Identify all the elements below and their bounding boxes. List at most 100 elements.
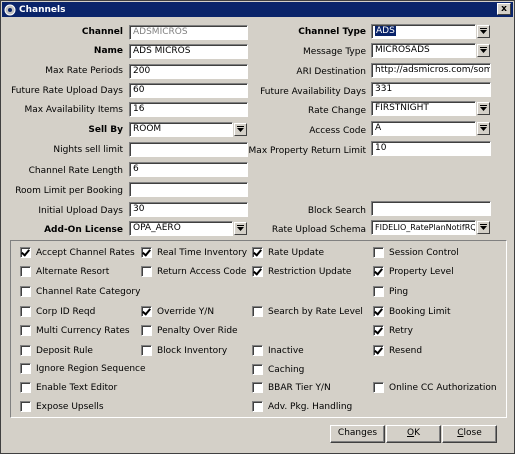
down-arrow-icon [480, 224, 487, 230]
checkbox-box[interactable] [252, 364, 263, 375]
checkbox-inactive[interactable]: Inactive [252, 345, 304, 356]
max-property-return-limit-field[interactable]: 10 [371, 141, 491, 156]
checkbox-box[interactable] [20, 325, 31, 336]
checkbox-label: Inactive [268, 345, 304, 356]
changes-button[interactable]: Changes [330, 425, 385, 443]
checkbox-multi-currency-rates[interactable]: Multi Currency Rates [20, 325, 130, 336]
checkbox-box[interactable] [20, 306, 31, 317]
checkbox-box[interactable] [141, 345, 152, 356]
checkbox-real-time-inventory[interactable]: Real Time Inventory [141, 247, 247, 258]
ari-destination-field[interactable]: http://adsmicros.com/some.s [371, 63, 491, 78]
checkbox-property-level[interactable]: Property Level [373, 266, 454, 277]
channel-type-select[interactable]: ADS [371, 24, 476, 39]
access-code-dropdown-button[interactable] [477, 122, 490, 135]
checkbox-box[interactable] [20, 345, 31, 356]
channel-label: Channel [81, 27, 123, 37]
name-label: Name [93, 46, 123, 56]
checkbox-box[interactable] [20, 401, 31, 412]
initial-upload-days-label: Initial Upload Days [38, 206, 123, 216]
block-search-field[interactable] [371, 201, 491, 216]
name-field[interactable]: ADS MICROS [129, 44, 248, 59]
checkbox-box[interactable] [373, 286, 384, 297]
checkbox-corp-id-reqd[interactable]: Corp ID Reqd [20, 306, 95, 317]
add-on-license-dropdown-button[interactable] [234, 222, 247, 235]
checkbox-box[interactable] [252, 345, 263, 356]
checkbox-box[interactable] [252, 266, 263, 277]
nights-sell-limit-field[interactable] [129, 142, 248, 157]
checkbox-box[interactable] [373, 382, 384, 393]
checkbox-adv-pkg-handling[interactable]: Adv. Pkg. Handling [252, 401, 352, 412]
room-limit-per-booking-label: Room Limit per Booking [15, 186, 123, 196]
max-rate-periods-label: Max Rate Periods [45, 66, 123, 76]
checkbox-resend[interactable]: Resend [373, 345, 422, 356]
checkbox-retry[interactable]: Retry [373, 325, 413, 336]
checkbox-enable-text-editor[interactable]: Enable Text Editor [20, 382, 117, 393]
checkbox-penalty-over-ride[interactable]: Penalty Over Ride [141, 325, 238, 336]
rate-change-dropdown-button[interactable] [477, 102, 490, 115]
message-type-dropdown-button[interactable] [477, 44, 490, 57]
max-availability-items-field[interactable]: 16 [129, 102, 248, 117]
checkbox-box[interactable] [20, 286, 31, 297]
checkbox-channel-rate-category[interactable]: Channel Rate Category [20, 286, 140, 297]
sell-by-dropdown-button[interactable] [234, 123, 247, 136]
sell-by-select[interactable]: ROOM [129, 122, 233, 137]
checkbox-deposit-rule[interactable]: Deposit Rule [20, 345, 93, 356]
checkbox-box[interactable] [141, 306, 152, 317]
checkbox-block-inventory[interactable]: Block Inventory [141, 345, 227, 356]
checkbox-alternate-resort[interactable]: Alternate Resort [20, 266, 109, 277]
checkbox-restriction-update[interactable]: Restriction Update [252, 266, 351, 277]
rate-upload-schema-dropdown-button[interactable] [477, 221, 490, 234]
checkbox-label: Session Control [389, 247, 459, 258]
rate-upload-schema-select[interactable]: FIDELIO_RatePlanNotifRQ.... [371, 220, 476, 235]
max-rate-periods-field[interactable]: 200 [129, 64, 248, 79]
checkbox-box[interactable] [141, 325, 152, 336]
future-rate-upload-days-field[interactable]: 60 [129, 83, 248, 98]
checkbox-label: Penalty Over Ride [157, 325, 238, 336]
checkbox-session-control[interactable]: Session Control [373, 247, 459, 258]
checkbox-search-by-rate-level[interactable]: Search by Rate Level [252, 306, 363, 317]
ok-button[interactable]: OK [386, 425, 441, 443]
checkbox-box[interactable] [373, 266, 384, 277]
checkbox-box[interactable] [20, 266, 31, 277]
checkbox-box[interactable] [141, 247, 152, 258]
checkbox-label: Override Y/N [157, 306, 215, 317]
checkbox-ignore-region-sequence[interactable]: Ignore Region Sequence [20, 363, 146, 374]
rate-change-select[interactable]: FIRSTNIGHT [371, 101, 476, 116]
add-on-license-select[interactable]: OPA_AERO [129, 221, 233, 236]
down-arrow-icon [480, 47, 487, 53]
close-button[interactable]: Close [442, 425, 497, 443]
checkbox-override-yn[interactable]: Override Y/N [141, 306, 214, 317]
checkbox-caching[interactable]: Caching [252, 364, 304, 375]
checkbox-box[interactable] [373, 325, 384, 336]
checkbox-booking-limit[interactable]: Booking Limit [373, 306, 451, 317]
checkbox-box[interactable] [373, 306, 384, 317]
checkbox-box[interactable] [141, 266, 152, 277]
checkbox-box[interactable] [20, 363, 31, 374]
checkbox-box[interactable] [373, 247, 384, 258]
checkbox-box[interactable] [252, 382, 263, 393]
checkbox-expose-upsells[interactable]: Expose Upsells [20, 401, 104, 412]
close-window-button[interactable]: x [497, 3, 511, 15]
checkbox-online-cc-authorization[interactable]: Online CC Authorization [373, 382, 497, 393]
checkbox-accept-channel-rates[interactable]: Accept Channel Rates [20, 247, 135, 258]
initial-upload-days-field[interactable]: 30 [129, 202, 248, 217]
checkbox-box[interactable] [373, 345, 384, 356]
access-code-select[interactable]: A [371, 121, 476, 136]
room-limit-per-booking-field[interactable] [129, 182, 248, 197]
channel-rate-length-field[interactable]: 6 [129, 162, 248, 177]
future-availability-days-field[interactable]: 331 [371, 82, 491, 97]
checkbox-rate-update[interactable]: Rate Update [252, 247, 324, 258]
checkbox-box[interactable] [252, 306, 263, 317]
checkbox-box[interactable] [252, 247, 263, 258]
channel-type-dropdown-button[interactable] [477, 25, 490, 38]
checkbox-box[interactable] [20, 382, 31, 393]
checkbox-ping[interactable]: Ping [373, 286, 408, 297]
window-app-icon [4, 4, 16, 16]
max-property-return-limit-label: Max Property Return Limit [248, 146, 366, 156]
message-type-select[interactable]: MICROSADS [371, 43, 476, 58]
checkbox-bbar-tier-yn[interactable]: BBAR Tier Y/N [252, 382, 331, 393]
checkbox-box[interactable] [20, 247, 31, 258]
checkbox-box[interactable] [252, 401, 263, 412]
checkbox-return-access-code[interactable]: Return Access Code [141, 266, 246, 277]
window-title: Channels [19, 4, 66, 15]
